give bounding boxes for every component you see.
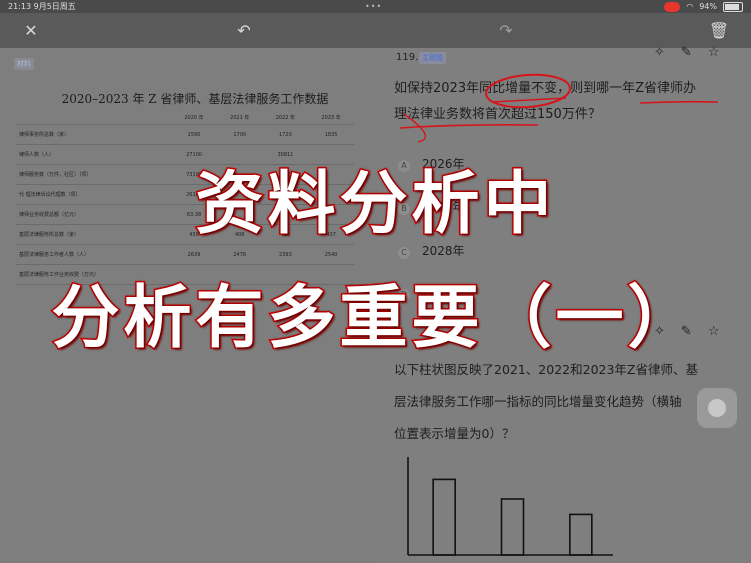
question1-text: 如保持2023年同比增量不变，则到哪一年Z省律师办 理法律业务数将首次超过150… [394,81,696,122]
table-header-row: 2020 年 2021 年 2022 年 2023 年 [16,110,354,125]
table-header: 2023 年 [308,110,354,125]
bar-chart [407,457,613,556]
battery-icon [723,1,743,12]
table-title: 2020–2023 年 Z 省律师、基层法律服务工作数据 [61,92,329,106]
table-header [16,110,172,125]
table-cell: 1720 [262,124,309,145]
table-cell: 1700 [216,124,263,145]
bar [432,478,456,556]
table-header: 2021 年 [216,110,263,125]
table-cell: 1835 [308,124,354,145]
question2-text: 以下柱状图反映了2021、2022和2023年Z省律师、基 层法律服务工作哪一指… [394,362,698,441]
overlay-title-line1: 资料分析中 [194,164,556,246]
table-cell: 1590 [171,124,217,145]
pin-icon[interactable]: ✧ [654,45,665,60]
battery-percent: 94% [699,2,717,11]
status-time: 21:13 9月5日周五 [8,2,76,11]
bar [500,498,525,556]
editor-toolbar: ✕ ↶ ↷ 🗑 [0,13,751,48]
wifi-icon: ◠ [686,2,694,11]
question-actions: ✧ ✎ ☆ [654,45,719,60]
table-header: 2022 年 [262,110,309,125]
multitask-dots[interactable]: ••• [365,0,382,13]
bar [569,513,593,556]
assistive-touch-button[interactable] [697,388,737,428]
trash-icon[interactable]: 🗑 [704,13,734,48]
status-right: ◠ 94% [664,0,743,13]
redo-icon[interactable]: ↷ [491,13,521,48]
question-type-badge: 主观题 [419,52,446,64]
undo-icon[interactable]: ↶ [229,13,259,48]
question-number: 119. [396,52,419,63]
table-header: 2020 年 [171,110,217,125]
row-label: 律师事务所总数（家） [16,124,172,145]
overlay-title-line2: 分析有多重要（一） [50,278,700,360]
table-row: 律师事务所总数（家） 1590 1700 1720 1835 [16,124,354,145]
status-bar: 21:13 9月5日周五 ••• ◠ 94% [0,0,751,13]
edit-icon[interactable]: ✎ [681,45,692,60]
recording-indicator-icon [664,1,681,12]
material-tag: 材料 [14,58,34,70]
star-icon[interactable]: ☆ [708,45,720,60]
close-icon[interactable]: ✕ [16,13,46,48]
